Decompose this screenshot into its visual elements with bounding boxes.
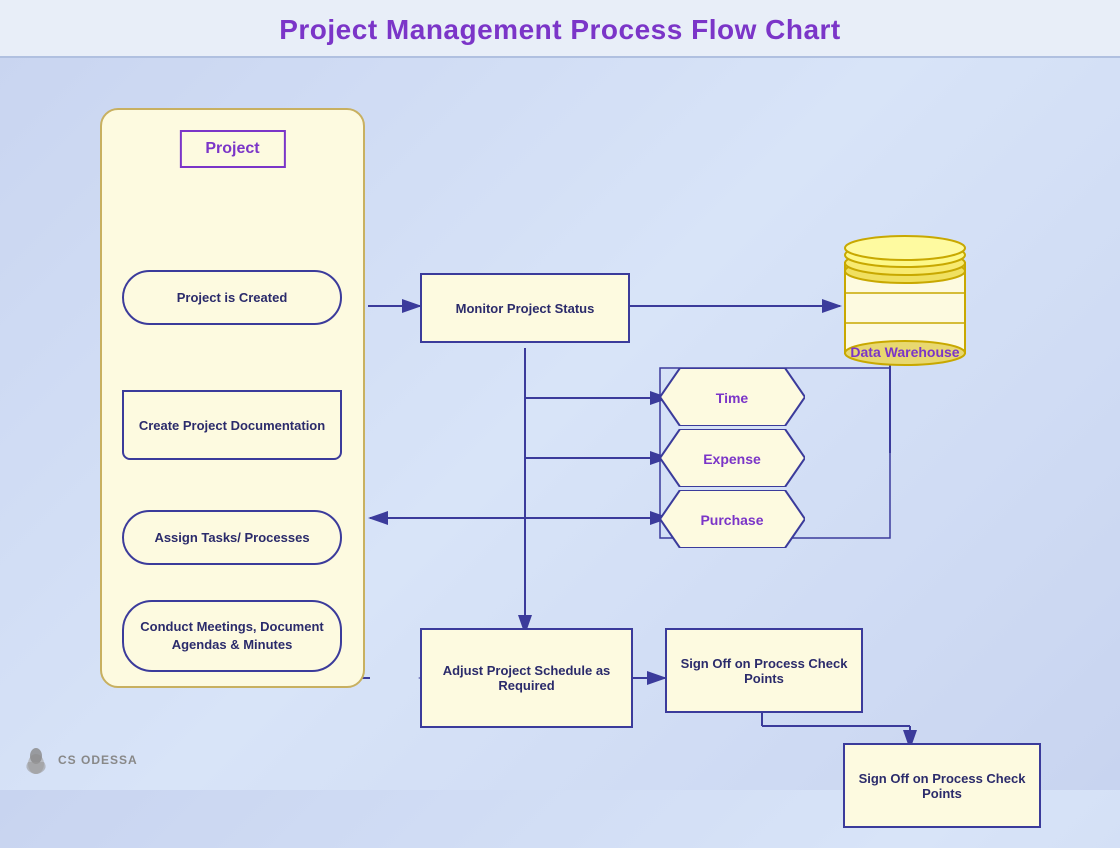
page-title: Project Management Process Flow Chart xyxy=(279,14,841,45)
node-assign-tasks: Assign Tasks/ Processes xyxy=(122,510,342,565)
node-purchase: Purchase xyxy=(660,490,805,548)
swimlane-title: Project xyxy=(179,130,285,168)
svg-text:Time: Time xyxy=(716,390,749,406)
node-expense: Expense xyxy=(660,429,805,487)
svg-text:Purchase: Purchase xyxy=(700,512,763,528)
logo-icon xyxy=(20,744,52,776)
node-adjust-schedule: Adjust Project Schedule as Required xyxy=(420,628,633,728)
title-bar: Project Management Process Flow Chart xyxy=(0,0,1120,58)
diagram-area: Project Project is Created Create Projec… xyxy=(0,58,1120,788)
data-warehouse-label: Data Warehouse xyxy=(840,344,970,360)
node-monitor-status: Monitor Project Status xyxy=(420,273,630,343)
svg-text:Expense: Expense xyxy=(703,451,761,467)
node-project-created: Project is Created xyxy=(122,270,342,325)
logo: CS ODESSA xyxy=(20,744,138,776)
logo-text: CS ODESSA xyxy=(58,753,138,767)
node-signoff-1: Sign Off on Process Check Points xyxy=(665,628,863,713)
node-time: Time xyxy=(660,368,805,426)
node-signoff-2: Sign Off on Process Check Points xyxy=(843,743,1041,828)
node-create-doc: Create Project Documentation xyxy=(122,390,342,460)
node-data-warehouse: Data Warehouse xyxy=(840,233,970,368)
node-conduct-meetings: Conduct Meetings, Document Agendas & Min… xyxy=(122,600,342,672)
swimlane-project: Project Project is Created Create Projec… xyxy=(100,108,365,688)
